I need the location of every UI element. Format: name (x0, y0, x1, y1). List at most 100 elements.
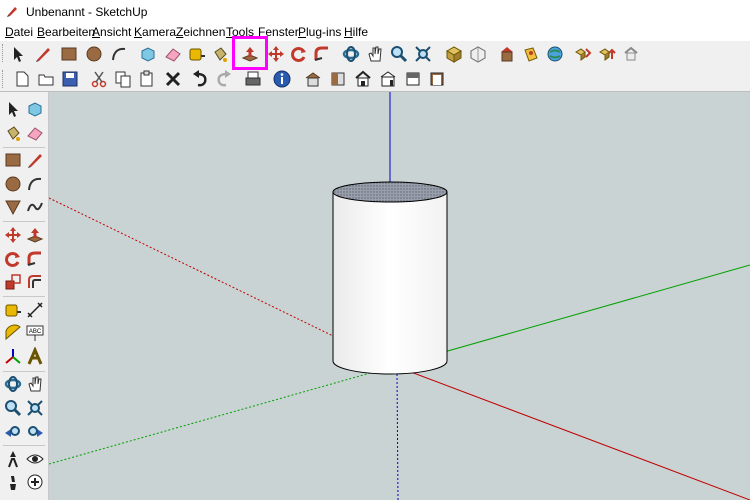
offset-tool-icon[interactable] (25, 272, 45, 292)
look-around-tool-icon[interactable] (25, 449, 45, 469)
protractor-tool-icon[interactable] (3, 323, 23, 343)
front-view-icon[interactable] (353, 69, 373, 89)
delete-icon[interactable] (163, 69, 183, 89)
3d-text-tool-icon[interactable] (25, 347, 45, 367)
cylinder-top-face[interactable] (332, 181, 448, 203)
zoom-extents-tool-icon[interactable] (3, 421, 23, 441)
get-photo-texture-tool-icon[interactable] (521, 44, 541, 64)
cut-icon[interactable] (89, 69, 109, 89)
menu-kamera-accel: K (134, 25, 143, 39)
warehouse-share-tool-icon[interactable] (573, 44, 593, 64)
share-component-tool-icon[interactable] (497, 44, 517, 64)
menu-zeichnen[interactable]: Zeichnen (176, 25, 225, 39)
follow-me-tool-icon[interactable] (25, 249, 45, 269)
extension-warehouse-tool-icon[interactable] (545, 44, 565, 64)
scale-tool-icon[interactable] (3, 272, 23, 292)
zoom-extents-tool-icon[interactable] (413, 44, 433, 64)
drawing-viewport[interactable] (49, 92, 750, 500)
axes-tool-icon[interactable] (3, 347, 23, 367)
open-file-icon[interactable] (36, 69, 56, 89)
cylinder-body[interactable] (332, 191, 448, 375)
menu-fenster-rest: enster (265, 25, 299, 39)
pan-tool-icon[interactable] (25, 374, 45, 394)
make-component-tool-icon[interactable] (25, 99, 45, 119)
make-component-tool-icon[interactable] (138, 44, 158, 64)
rectangle-tool-icon[interactable] (59, 44, 79, 64)
orbit-tool-icon[interactable] (341, 44, 361, 64)
undo-icon[interactable] (190, 69, 210, 89)
model-info-icon[interactable] (272, 69, 292, 89)
left-view-icon[interactable] (427, 69, 447, 89)
menu-datei[interactable]: Datei (5, 25, 33, 39)
zoom-tool-icon[interactable] (3, 398, 23, 418)
select-tool-icon[interactable] (3, 99, 23, 119)
copy-icon[interactable] (113, 69, 133, 89)
menu-datei-rest: atei (13, 25, 34, 39)
arc-tool-icon[interactable] (25, 174, 45, 194)
position-camera-tool-icon[interactable] (3, 449, 23, 469)
paint-bucket-tool-icon[interactable] (3, 123, 23, 143)
warehouse-upload-tool-icon[interactable] (597, 44, 617, 64)
rotate-tool-icon[interactable] (289, 44, 309, 64)
text-tool-icon[interactable]: ABC (25, 323, 45, 343)
dimension-tool-icon[interactable] (25, 300, 45, 320)
previous-view-tool-icon[interactable] (25, 421, 45, 441)
zoom-window-tool-icon[interactable] (25, 398, 45, 418)
move-tool-icon[interactable] (266, 44, 286, 64)
line-tool-icon[interactable] (25, 150, 45, 170)
red-axis-positive (394, 365, 750, 500)
toolbar-grip[interactable] (2, 44, 6, 62)
redo-icon[interactable] (214, 69, 234, 89)
paint-bucket-tool-icon[interactable] (210, 44, 230, 64)
back-view-icon[interactable] (403, 69, 423, 89)
menu-ansicht[interactable]: Ansicht (92, 25, 131, 39)
rotate-tool-icon[interactable] (3, 249, 23, 269)
share-model-tool-icon[interactable] (468, 44, 488, 64)
pan-tool-icon[interactable] (365, 44, 385, 64)
large-tool-set-sidebar: ABC (0, 92, 49, 500)
viewport-canvas (49, 92, 750, 500)
walk-tool-icon[interactable] (3, 472, 23, 492)
circle-tool-icon[interactable] (84, 44, 104, 64)
move-tool-icon[interactable] (3, 225, 23, 245)
pencil-line-tool-icon[interactable] (33, 44, 53, 64)
menu-bearbeiten-accel: B (37, 25, 46, 39)
select-tool-icon[interactable] (8, 44, 28, 64)
print-icon[interactable] (243, 69, 263, 89)
top-view-icon[interactable] (328, 69, 348, 89)
save-file-icon[interactable] (60, 69, 80, 89)
circle-tool-icon[interactable] (3, 174, 23, 194)
menu-datei-accel: D (5, 25, 14, 39)
warehouse-house-tool-icon[interactable] (621, 44, 641, 64)
title-bar: Unbenannt - SketchUp (0, 0, 750, 24)
push-pull-tool-icon[interactable] (25, 225, 45, 245)
eraser-tool-icon[interactable] (163, 44, 183, 64)
tape-measure-tool-icon[interactable] (187, 44, 207, 64)
iso-view-icon[interactable] (303, 69, 323, 89)
get-models-tool-icon[interactable] (444, 44, 464, 64)
sketchup-app-icon (7, 7, 17, 17)
follow-me-tool-icon[interactable] (312, 44, 332, 64)
sidebar-divider (3, 371, 45, 372)
menu-bearbeiten[interactable]: Bearbeiten (37, 25, 95, 39)
rectangle-tool-icon[interactable] (3, 150, 23, 170)
new-file-icon[interactable] (12, 69, 32, 89)
standard-toolbar (0, 67, 750, 92)
menu-hilfe[interactable]: Hilfe (344, 25, 368, 39)
menu-kamera[interactable]: Kamera (134, 25, 176, 39)
menu-ansicht-accel: A (92, 25, 101, 39)
menu-plug-ins[interactable]: Plug-ins (298, 25, 341, 39)
section-plane-tool-icon[interactable] (25, 472, 45, 492)
arc-tool-icon[interactable] (109, 44, 129, 64)
freehand-tool-icon[interactable] (25, 197, 45, 217)
eraser-tool-icon[interactable] (25, 123, 45, 143)
tape-measure-tool-icon[interactable] (3, 300, 23, 320)
right-view-icon[interactable] (378, 69, 398, 89)
orbit-tool-icon[interactable] (3, 374, 23, 394)
polygon-tool-icon[interactable] (3, 197, 23, 217)
paste-icon[interactable] (137, 69, 157, 89)
menu-bar: Datei Bearbeiten Ansicht Kamera Zeichnen… (0, 24, 750, 41)
menu-kamera-rest: amera (142, 25, 177, 39)
toolbar-grip[interactable] (2, 70, 6, 88)
zoom-tool-icon[interactable] (389, 44, 409, 64)
